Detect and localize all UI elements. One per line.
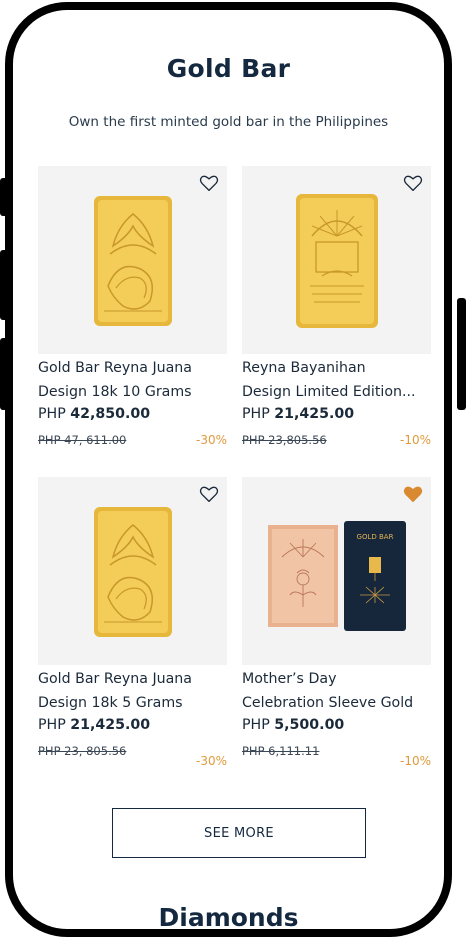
heart-icon[interactable] bbox=[403, 174, 423, 192]
screen: Gold Bar Own the first minted gold bar i… bbox=[13, 10, 444, 929]
original-price: PHP 23,805.56 bbox=[242, 433, 327, 447]
sleeve-label: GOLD BAR bbox=[357, 533, 394, 541]
product-price: PHP 21,425.00 bbox=[242, 406, 354, 422]
product-name-line: Gold Bar Reyna Juana bbox=[38, 360, 192, 376]
product-name-line: Mother’s Day bbox=[242, 671, 337, 687]
currency-label: PHP bbox=[38, 406, 71, 422]
heart-icon-active[interactable] bbox=[403, 485, 423, 503]
section-subtitle: Own the first minted gold bar in the Phi… bbox=[68, 114, 389, 130]
currency-label: PHP bbox=[38, 717, 71, 733]
product-name-line: Gold Bar Reyna Juana bbox=[38, 671, 192, 687]
product-name[interactable]: Gold Bar Reyna Juana Design 18k 5 Grams bbox=[38, 667, 234, 715]
see-more-button[interactable]: SEE MORE bbox=[112, 808, 366, 858]
product-price: PHP 21,425.00 bbox=[38, 717, 150, 733]
product-name-line: Reyna Bayanihan bbox=[242, 360, 366, 376]
original-price: PHP 6,111.11 bbox=[242, 744, 320, 758]
phone-power-button bbox=[457, 298, 466, 410]
product-name-line: Design Limited Edition... bbox=[242, 384, 416, 400]
product-name-line: Celebration Sleeve Gold bbox=[242, 695, 414, 711]
product-price: PHP 5,500.00 bbox=[242, 717, 344, 733]
price-value: 42,850.00 bbox=[70, 406, 151, 422]
gold-bar-image bbox=[94, 196, 172, 326]
product-image-area[interactable] bbox=[242, 166, 431, 354]
gold-bar-image bbox=[94, 507, 172, 637]
discount-badge: -10% bbox=[399, 433, 431, 447]
phone-frame: Gold Bar Own the first minted gold bar i… bbox=[5, 2, 452, 937]
product-name[interactable]: Gold Bar Reyna Juana Design 18k 10 Grams bbox=[38, 356, 234, 404]
heart-icon[interactable] bbox=[199, 174, 219, 192]
currency-label: PHP bbox=[242, 406, 275, 422]
price-value: 21,425.00 bbox=[70, 717, 151, 733]
original-price: PHP 23, 805.56 bbox=[38, 744, 127, 758]
price-value: 21,425.00 bbox=[274, 406, 355, 422]
gold-bar-image bbox=[296, 194, 378, 328]
discount-badge: -30% bbox=[195, 754, 227, 768]
original-price: PHP 47, 611.00 bbox=[38, 433, 127, 447]
product-image-area[interactable]: GOLD BAR bbox=[242, 477, 431, 665]
product-price: PHP 42,850.00 bbox=[38, 406, 150, 422]
next-section-title: Diamonds bbox=[158, 903, 299, 932]
heart-icon[interactable] bbox=[199, 485, 219, 503]
product-image-area[interactable] bbox=[38, 166, 227, 354]
product-image-area[interactable] bbox=[38, 477, 227, 665]
product-name-line: Design 18k 10 Grams bbox=[38, 384, 192, 400]
currency-label: PHP bbox=[242, 717, 275, 733]
mothers-day-sleeve-image: GOLD BAR bbox=[268, 521, 406, 631]
discount-badge: -10% bbox=[399, 754, 431, 768]
discount-badge: -30% bbox=[195, 433, 227, 447]
product-name[interactable]: Mother’s Day Celebration Sleeve Gold bbox=[242, 667, 438, 715]
section-title: Gold Bar bbox=[166, 54, 291, 83]
product-name-line: Design 18k 5 Grams bbox=[38, 695, 183, 711]
product-name[interactable]: Reyna Bayanihan Design Limited Edition..… bbox=[242, 356, 438, 404]
price-value: 5,500.00 bbox=[274, 717, 345, 733]
